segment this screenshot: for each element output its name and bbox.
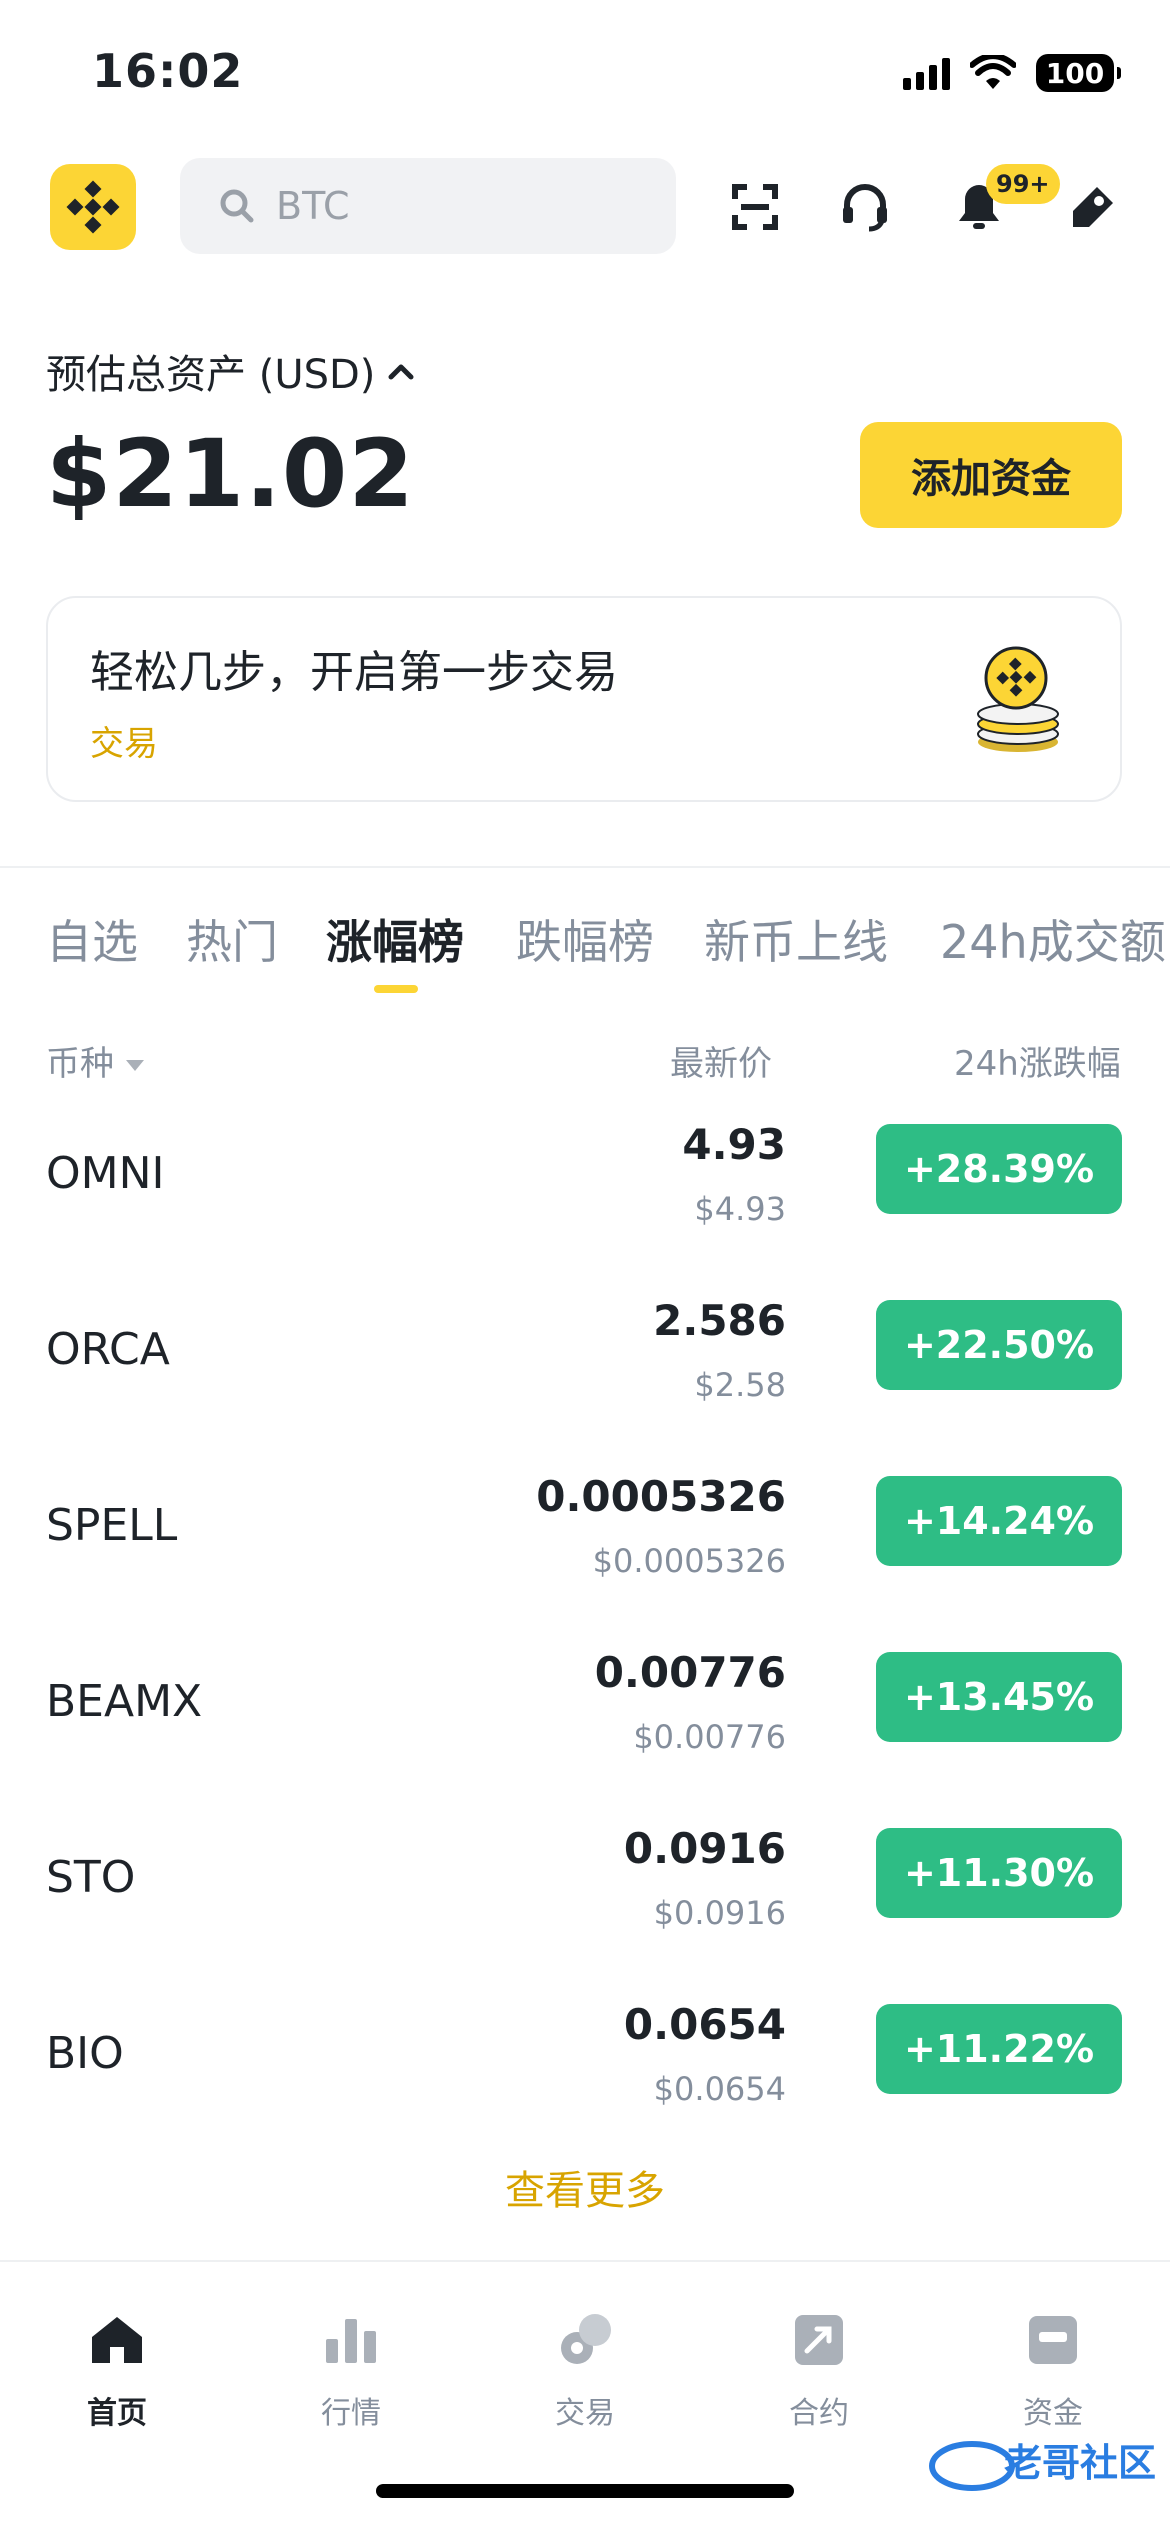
tab-gainers[interactable]: 涨幅榜 [326,906,464,972]
total-assets-value: $21.02 [46,420,415,529]
coin-stack-icon [977,646,1059,752]
estimated-assets-text: 预估总资产 (USD) [46,352,376,398]
last-price: 0.0005326 [536,1472,786,1521]
last-price: 2.586 [653,1296,786,1345]
futures-icon [789,2310,849,2370]
active-tab-indicator [374,985,418,993]
status-icons: 100 [903,48,1121,98]
tab-hot[interactable]: 热门 [186,906,278,972]
nav-wallet[interactable]: 资金 [936,2310,1170,2432]
chevron-up-icon [388,364,414,380]
table-row[interactable]: OMNI 4.93 $4.93 +28.39% [0,1104,1170,1280]
market-icon [321,2310,381,2370]
nav-label: 首页 [87,2396,147,2431]
last-price: 0.00776 [594,1648,786,1697]
top-header: BTC 99+ [0,156,1170,260]
table-row[interactable]: ORCA 2.586 $2.58 +22.50% [0,1280,1170,1456]
usd-price: $0.0654 [653,2070,786,2108]
tab-new-listings[interactable]: 新币上线 [704,906,888,972]
coin-symbol: OMNI [46,1148,165,1199]
coin-symbol: BIO [46,2028,124,2079]
binance-logo-icon [66,180,120,234]
search-icon [220,189,254,223]
status-bar: 16:02 100 [0,0,1170,140]
coin-column-label: 币种 [46,1044,114,1084]
nav-label: 行情 [321,2396,381,2431]
nav-home[interactable]: 首页 [0,2310,234,2432]
support-headset-icon[interactable] [830,172,900,242]
coin-symbol: ORCA [46,1324,170,1375]
last-price: 0.0916 [623,1824,786,1873]
change-badge[interactable]: +28.39% [876,1124,1122,1214]
change-badge[interactable]: +11.22% [876,2004,1122,2094]
coin-symbol: SPELL [46,1500,178,1551]
status-time: 16:02 [92,44,244,98]
change-column-header[interactable]: 24h涨跌幅 [954,1036,1121,1085]
usd-price: $0.0005326 [592,1542,786,1580]
scan-icon[interactable] [720,172,790,242]
last-price: 4.93 [682,1120,786,1169]
promo-card[interactable]: 轻松几步，开启第一步交易 交易 [46,596,1122,802]
referral-gift-icon[interactable] [1058,172,1128,242]
nav-trade[interactable]: 交易 [468,2310,702,2432]
price-column-header[interactable]: 最新价 [670,1036,772,1085]
wifi-icon [970,55,1016,89]
table-row[interactable]: BEAMX 0.00776 $0.00776 +13.45% [0,1632,1170,1808]
coin-column-header[interactable]: 币种 [46,1036,144,1085]
change-badge[interactable]: +14.24% [876,1476,1122,1566]
view-more-link[interactable]: 查看更多 [0,2158,1170,2216]
promo-title: 轻松几步，开启第一步交易 [90,647,618,698]
usd-price: $0.00776 [633,1718,786,1756]
market-tabs: 自选 热门 涨幅榜 跌幅榜 新币上线 24h成交额 [46,906,1170,986]
tab-favorites[interactable]: 自选 [46,906,138,972]
nav-market[interactable]: 行情 [234,2310,468,2432]
watermark-logo: 老哥社区 [929,2441,1156,2491]
table-row[interactable]: STO 0.0916 $0.0916 +11.30% [0,1808,1170,1984]
usd-price: $0.0916 [653,1894,786,1932]
change-badge[interactable]: +22.50% [876,1300,1122,1390]
notification-badge: 99+ [986,164,1060,204]
section-divider [0,866,1170,868]
last-price: 0.0654 [623,2000,786,2049]
nav-label: 合约 [789,2396,849,2431]
estimated-assets-label[interactable]: 预估总资产 (USD) [46,342,415,400]
nav-futures[interactable]: 合约 [702,2310,936,2432]
table-row[interactable]: BIO 0.0654 $0.0654 +11.22% [0,1984,1170,2160]
search-input[interactable]: BTC [180,158,676,254]
coin-symbol: BEAMX [46,1676,203,1727]
change-badge[interactable]: +11.30% [876,1828,1122,1918]
trade-icon [555,2310,615,2370]
watermark-text: 老哥社区 [1004,2441,1156,2485]
nav-label: 交易 [555,2396,615,2431]
battery-icon: 100 [1036,54,1121,92]
change-badge[interactable]: +13.45% [876,1652,1122,1742]
home-indicator [376,2484,794,2498]
add-funds-button[interactable]: 添加资金 [860,422,1122,528]
tab-24h-volume[interactable]: 24h成交额 [940,906,1166,972]
binance-logo[interactable] [50,164,136,250]
usd-price: $4.93 [694,1190,786,1228]
sort-caret-icon [126,1060,144,1071]
wallet-icon [1023,2310,1083,2370]
coin-symbol: STO [46,1852,136,1903]
promo-trade-link[interactable]: 交易 [90,716,158,765]
search-placeholder: BTC [276,184,350,228]
cellular-signal-icon [903,56,950,90]
table-row[interactable]: SPELL 0.0005326 $0.0005326 +14.24% [0,1456,1170,1632]
tab-losers[interactable]: 跌幅榜 [516,906,654,972]
usd-price: $2.58 [694,1366,786,1404]
home-icon [87,2310,147,2370]
nav-label: 资金 [1023,2396,1083,2431]
